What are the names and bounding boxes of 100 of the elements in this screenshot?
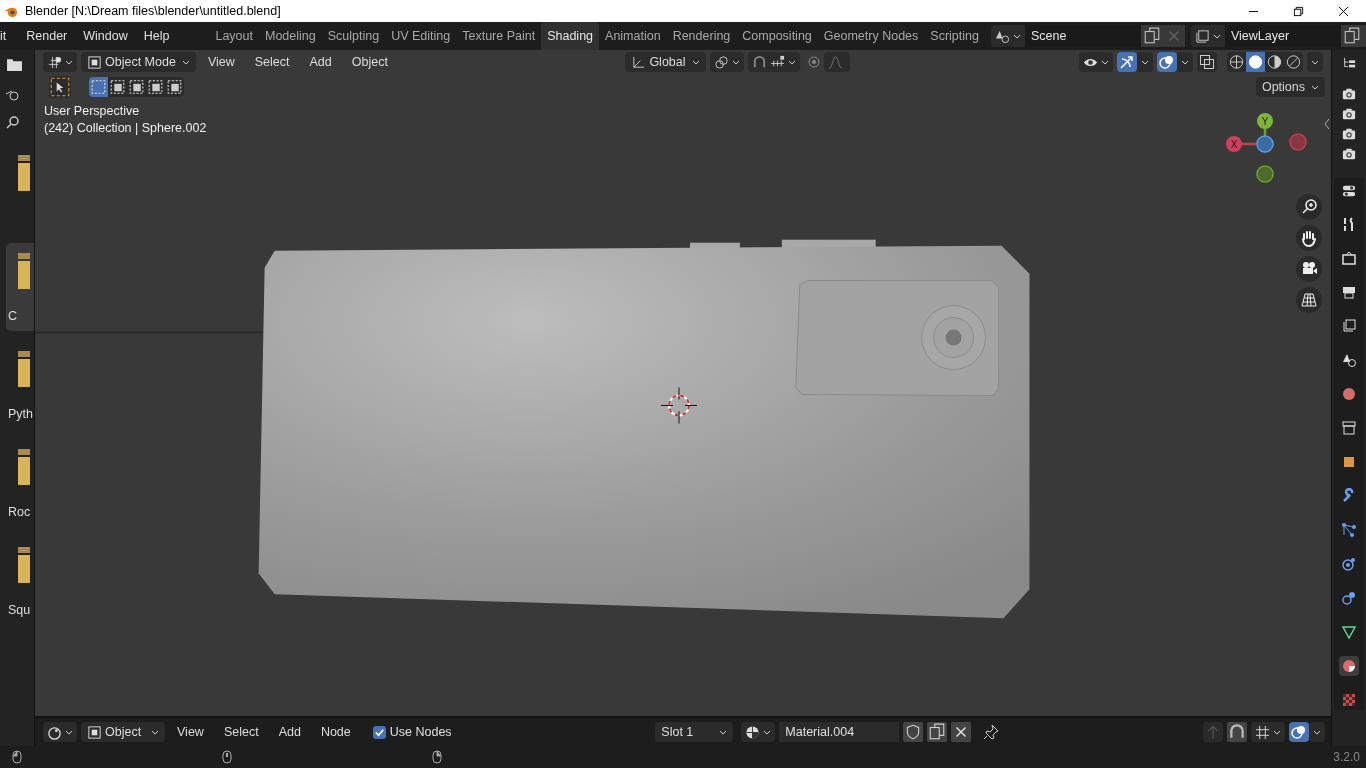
mouse-right-icon bbox=[432, 750, 442, 764]
workspace-tab[interactable]: Compositing bbox=[736, 22, 818, 50]
snap-toggle[interactable] bbox=[747, 52, 800, 72]
z-axis-handle[interactable] bbox=[1256, 135, 1274, 153]
header-menu[interactable]: Add bbox=[301, 55, 340, 69]
wireframe-shading-icon[interactable] bbox=[1227, 52, 1246, 72]
magnet-icon bbox=[751, 54, 767, 70]
material-name-field[interactable]: Material.004 bbox=[779, 722, 900, 742]
outliner-icon[interactable] bbox=[1342, 56, 1356, 70]
grid-icon[interactable] bbox=[1296, 287, 1322, 313]
caret-icon bbox=[65, 59, 73, 65]
scene-field[interactable]: Scene bbox=[1024, 25, 1141, 47]
visibility-dropdown[interactable] bbox=[1079, 52, 1113, 72]
menu-item[interactable]: Help bbox=[135, 29, 178, 43]
workspace-tab[interactable]: UV Editing bbox=[385, 22, 457, 50]
workspace-tab[interactable]: Layout bbox=[209, 22, 259, 50]
folder-icon[interactable] bbox=[5, 56, 23, 73]
header-menu[interactable]: Select bbox=[246, 55, 298, 69]
material-tab-icon[interactable] bbox=[1339, 656, 1359, 676]
overlay-toggle[interactable] bbox=[1289, 722, 1309, 742]
workspace-tab[interactable]: Scripting bbox=[924, 22, 985, 50]
header-menu[interactable]: Select bbox=[215, 725, 267, 739]
caret-icon bbox=[763, 729, 772, 735]
caret-icon bbox=[1181, 59, 1189, 65]
solid-shading-icon[interactable] bbox=[1246, 52, 1265, 72]
pivot-dropdown[interactable] bbox=[709, 52, 744, 72]
camera-icon[interactable] bbox=[1296, 256, 1322, 282]
camera-icon[interactable] bbox=[1342, 87, 1356, 101]
falloff-curve-icon bbox=[827, 54, 843, 70]
rendered-shading-icon[interactable] bbox=[1284, 52, 1303, 72]
zoom-icon[interactable] bbox=[1296, 194, 1322, 220]
workspace-tab[interactable]: Modeling bbox=[258, 22, 322, 50]
select-box-tool-icon[interactable] bbox=[49, 76, 71, 98]
selection-mode-icon[interactable] bbox=[146, 77, 165, 97]
hand-icon[interactable] bbox=[1296, 225, 1322, 251]
close-icon[interactable] bbox=[951, 722, 972, 742]
collection-tab-icon[interactable] bbox=[1339, 418, 1359, 438]
camera-icon[interactable] bbox=[1342, 107, 1356, 121]
file-item[interactable]: Squ bbox=[6, 537, 34, 625]
shader-type-dropdown[interactable]: Object bbox=[81, 722, 165, 742]
workspace-tab[interactable]: Rendering bbox=[666, 22, 737, 50]
header-menu[interactable]: Node bbox=[312, 725, 359, 739]
editor-type-dropdown[interactable] bbox=[43, 52, 77, 72]
viewport-info-text: User Perspective bbox=[44, 104, 140, 118]
caret-icon bbox=[1273, 729, 1281, 735]
file-item[interactable]: C bbox=[6, 243, 34, 331]
slot-dropdown[interactable]: Slot 1 bbox=[655, 722, 734, 742]
menu-item[interactable]: it bbox=[0, 29, 19, 43]
material-shading-icon[interactable] bbox=[1265, 52, 1284, 72]
y-axis-handle[interactable]: Y bbox=[1257, 113, 1273, 129]
duplicate-icon[interactable] bbox=[927, 722, 948, 742]
duplicate-icon[interactable] bbox=[1340, 25, 1363, 47]
restore-icon[interactable] bbox=[1293, 5, 1304, 17]
caret-icon bbox=[181, 59, 190, 65]
particles-tab-icon[interactable] bbox=[1339, 520, 1359, 540]
negative-y-handle[interactable] bbox=[1256, 165, 1274, 183]
version-label: 3.2.0 bbox=[1333, 750, 1360, 764]
material-browse-dropdown[interactable] bbox=[741, 722, 776, 742]
orientation-dropdown[interactable]: Global bbox=[625, 52, 706, 72]
xray-toggle[interactable] bbox=[1197, 52, 1217, 72]
menu-item[interactable]: Render bbox=[18, 29, 76, 43]
selection-mode-icon[interactable] bbox=[108, 77, 127, 97]
header-menu[interactable]: Object bbox=[343, 55, 396, 69]
pin-icon[interactable] bbox=[983, 724, 1000, 740]
toggle-icon[interactable] bbox=[1342, 184, 1356, 198]
overlay-toggle[interactable] bbox=[1157, 52, 1177, 72]
header-menu[interactable]: Add bbox=[270, 725, 309, 739]
file-thumbnail-icon bbox=[18, 351, 30, 387]
header-menu[interactable]: View bbox=[169, 725, 212, 739]
selection-mode-icon[interactable] bbox=[127, 77, 146, 97]
use-nodes-checkbox[interactable]: Use Nodes bbox=[372, 725, 452, 739]
selection-mode-icon[interactable] bbox=[165, 77, 184, 97]
workspace-tab[interactable]: Shading bbox=[541, 22, 600, 50]
viewport-info-text: (242) Collection | Sphere.002 bbox=[44, 121, 207, 135]
menu-item[interactable]: Window bbox=[75, 29, 136, 43]
options-dropdown[interactable]: Options bbox=[1255, 77, 1325, 97]
duplicate-icon[interactable] bbox=[1140, 25, 1163, 47]
parent-node-icon[interactable] bbox=[1203, 722, 1223, 742]
workspace-tab[interactable]: Sculpting bbox=[321, 22, 386, 50]
file-item[interactable]: Pyth bbox=[6, 341, 34, 429]
image-stack-icon bbox=[1194, 28, 1210, 44]
file-item[interactable]: Roc bbox=[6, 439, 34, 527]
gizmo-toggle[interactable] bbox=[1117, 52, 1137, 72]
camera-icon[interactable] bbox=[1342, 127, 1356, 141]
workspace-tab[interactable]: Animation bbox=[599, 22, 667, 50]
snap-grid-dropdown[interactable] bbox=[1251, 722, 1285, 742]
editor-type-dropdown[interactable] bbox=[43, 722, 77, 742]
close-icon[interactable] bbox=[1338, 5, 1349, 17]
file-thumbnail-icon bbox=[18, 449, 30, 485]
x-axis-handle[interactable]: X bbox=[1226, 136, 1242, 152]
snap-icon[interactable] bbox=[1227, 722, 1247, 742]
negative-x-handle[interactable] bbox=[1289, 133, 1307, 151]
shield-icon[interactable] bbox=[903, 722, 924, 742]
mode-dropdown[interactable]: Object Mode bbox=[81, 52, 196, 72]
workspace-tab[interactable]: Geometry Nodes bbox=[817, 22, 925, 50]
view-layer-field[interactable]: ViewLayer bbox=[1224, 25, 1341, 47]
header-menu[interactable]: View bbox=[199, 55, 243, 69]
workspace-tab[interactable]: Texture Paint bbox=[456, 22, 542, 50]
search-icon[interactable] bbox=[5, 115, 21, 131]
camera-icon[interactable] bbox=[1342, 147, 1356, 161]
